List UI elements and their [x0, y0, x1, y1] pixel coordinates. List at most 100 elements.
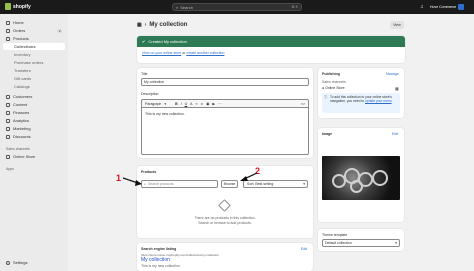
- create-another-link[interactable]: create another collection: [186, 51, 224, 55]
- orders-icon: [6, 28, 10, 33]
- browse-button[interactable]: Browse: [221, 180, 238, 188]
- annotation-1: 1: [116, 173, 122, 183]
- shopify-bag-icon: [5, 3, 11, 10]
- sidebar-item-online-store[interactable]: Online Store: [3, 153, 65, 160]
- discount-icon: [6, 134, 10, 139]
- title-input[interactable]: My collection: [141, 78, 309, 86]
- sidebar-label: Catalogs: [14, 84, 30, 89]
- bank-icon: [6, 110, 10, 115]
- bell-icon[interactable]: ♫: [420, 4, 426, 10]
- sidebar-item-marketing[interactable]: Marketing: [3, 125, 65, 132]
- check-circle-icon: ✔: [142, 39, 146, 44]
- shopify-logo[interactable]: shopify: [5, 3, 31, 10]
- sidebar-label: Marketing: [13, 126, 31, 131]
- paragraph-select[interactable]: Paragraph: [145, 102, 161, 106]
- sidebar-item-analytics[interactable]: Analytics: [3, 117, 65, 124]
- chevron-down-icon: ▾: [303, 182, 305, 186]
- sidebar-item-content[interactable]: Content: [3, 101, 65, 108]
- store-icon: [6, 154, 10, 159]
- sidebar-label: Customers: [13, 94, 33, 99]
- link-icon[interactable]: ∞: [201, 102, 204, 106]
- seo-title: My collection: [141, 257, 170, 263]
- update-menu-link[interactable]: update your menu: [365, 99, 392, 103]
- sidebar-item-finances[interactable]: Finances: [3, 109, 65, 116]
- view-button[interactable]: View: [390, 21, 404, 29]
- banner-message: Created My collection: [148, 39, 187, 44]
- publishing-header: Publishing: [322, 72, 340, 76]
- sidebar-item-transfers[interactable]: Transfers: [3, 67, 65, 74]
- sidebar-label: Purchase orders: [14, 60, 44, 65]
- sidebar-label: Online Store: [13, 154, 36, 159]
- collection-icon[interactable]: ▦: [137, 22, 142, 28]
- code-icon[interactable]: <>: [301, 102, 305, 106]
- store-menu[interactable]: Hove Commerce: [430, 3, 465, 11]
- sidebar-label: Products: [13, 36, 29, 41]
- sidebar-item-collections[interactable]: Collections: [3, 43, 65, 50]
- italic-button[interactable]: I: [181, 102, 182, 106]
- success-banner: ✔ Created My collection View on your onli…: [137, 36, 405, 63]
- description-label: Description: [141, 92, 159, 96]
- search-placeholder: Search: [180, 4, 193, 10]
- apps-header: Apps: [6, 167, 14, 171]
- sidebar-item-inventory[interactable]: Inventory: [3, 51, 65, 58]
- brand-text: shopify: [13, 3, 31, 10]
- sidebar-item-products[interactable]: Products: [3, 35, 65, 42]
- search-icon: ⌕: [176, 4, 179, 10]
- sidebar-item-orders[interactable]: Orders 2: [3, 27, 65, 34]
- manage-link[interactable]: Manage: [386, 72, 399, 76]
- online-store-channel: ● Online Store: [322, 86, 345, 90]
- theme-template-label: Theme template: [322, 233, 348, 237]
- more-icon[interactable]: ⋯: [218, 102, 222, 106]
- image-edit-link[interactable]: Edit: [392, 132, 398, 136]
- text-color-icon[interactable]: A: [190, 102, 192, 106]
- image-icon[interactable]: ▣: [206, 102, 209, 106]
- sidebar-item-gift-cards[interactable]: Gift cards: [3, 75, 65, 82]
- underline-button[interactable]: U: [185, 102, 188, 106]
- sidebar-item-purchase-orders[interactable]: Purchase orders: [3, 59, 65, 66]
- sidebar-label: Discounts: [13, 134, 31, 139]
- sales-channels-label: Sales channels: [322, 80, 346, 84]
- search-icon: ⌕: [144, 182, 146, 186]
- chevron-down-icon: ▾: [164, 101, 167, 106]
- video-icon[interactable]: ▶: [212, 102, 215, 106]
- sidebar-item-catalogs[interactable]: Catalogs: [3, 83, 65, 90]
- arrow-annotation-2: [240, 172, 258, 181]
- sidebar-item-discounts[interactable]: Discounts: [3, 133, 65, 140]
- content-icon: [6, 102, 10, 107]
- tag-icon: [6, 36, 10, 41]
- collection-image[interactable]: [322, 156, 400, 200]
- search-bar[interactable]: ⌕ Search ⌘ K: [172, 3, 302, 11]
- sidebar-label: Home: [13, 20, 24, 25]
- chevron-down-icon: ▾: [395, 241, 397, 245]
- seo-edit-link[interactable]: Edit: [301, 247, 307, 251]
- store-name: Hove Commerce: [430, 5, 457, 9]
- description-editor[interactable]: This is my new collection.: [141, 107, 309, 155]
- search-products-placeholder: Search products: [147, 182, 174, 186]
- theme-template-value: Default collection: [325, 241, 352, 245]
- ring-shape: [372, 170, 388, 186]
- home-icon: [6, 20, 10, 25]
- theme-template-select[interactable]: Default collection ▾: [322, 239, 400, 247]
- info-icon: ⓘ: [324, 95, 328, 99]
- sidebar-label: Transfers: [14, 68, 31, 73]
- sidebar-label: Collections: [14, 44, 36, 49]
- search-products-input[interactable]: ⌕ Search products: [141, 180, 218, 188]
- sidebar-item-home[interactable]: Home: [3, 19, 65, 26]
- page-header: ▦ › My collection: [137, 22, 187, 28]
- store-avatar: [458, 4, 465, 10]
- chevron-right-icon: ›: [144, 22, 147, 28]
- ring-shape: [350, 180, 363, 193]
- align-icon[interactable]: ≡: [196, 102, 198, 106]
- bold-button[interactable]: B: [175, 102, 178, 106]
- empty-line2: Search or browse to add products.: [198, 221, 252, 225]
- sidebar-label: Orders: [13, 28, 26, 33]
- sidebar-item-customers[interactable]: Customers: [3, 93, 65, 100]
- title-label: Title: [141, 72, 148, 76]
- calendar-icon[interactable]: ▦: [395, 86, 399, 91]
- sidebar-label: Gift cards: [14, 76, 32, 81]
- view-online-store-link[interactable]: View on your online store: [142, 51, 181, 55]
- image-header: Image: [322, 132, 333, 136]
- products-header: Products: [141, 170, 157, 174]
- dot-icon: ●: [322, 86, 325, 90]
- sidebar-item-settings[interactable]: Settings: [6, 260, 27, 265]
